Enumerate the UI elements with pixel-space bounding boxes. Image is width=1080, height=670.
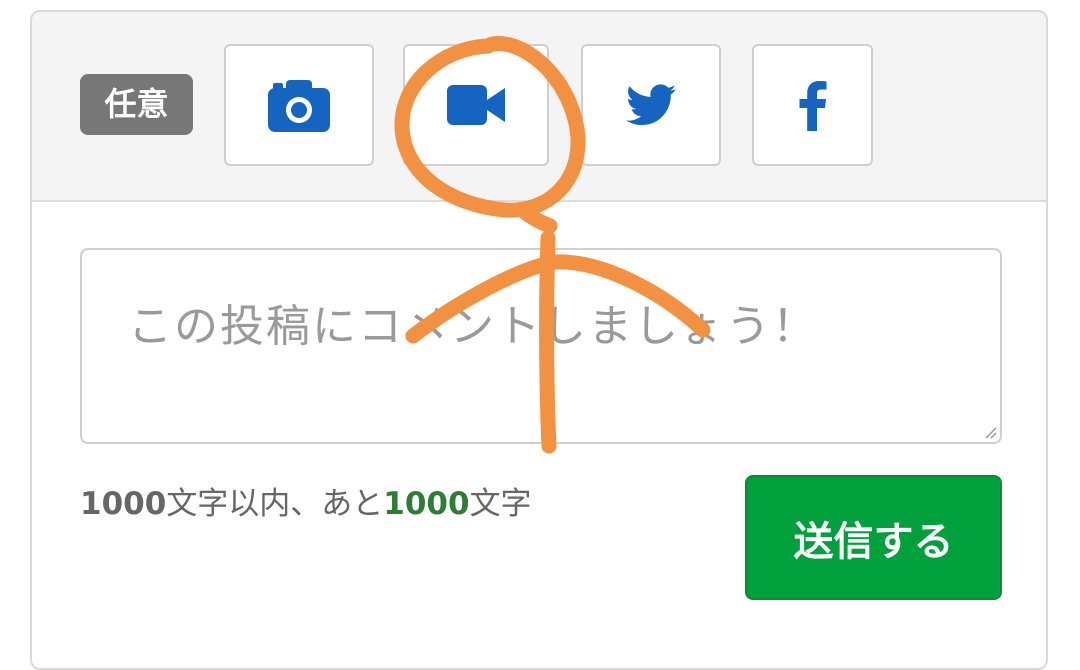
facebook-icon — [799, 81, 826, 131]
resize-handle-icon[interactable] — [984, 426, 998, 440]
facebook-button[interactable] — [752, 44, 873, 166]
video-button[interactable] — [403, 44, 549, 166]
submit-button[interactable]: 送信する — [745, 475, 1002, 600]
optional-badge: 任意 — [80, 74, 193, 135]
comment-card: 任意 この投稿にコメントしましょう！ 1000文字以内、あと1000文字 送信す… — [30, 10, 1048, 670]
video-camera-icon — [447, 85, 505, 125]
camera-button[interactable] — [224, 44, 374, 166]
comment-textarea[interactable]: この投稿にコメントしましょう！ — [80, 248, 1002, 444]
comment-placeholder: この投稿にコメントしましょう！ — [128, 301, 818, 352]
camera-icon — [268, 80, 330, 132]
char-limit: 1000 — [80, 486, 167, 522]
character-counter: 1000文字以内、あと1000文字 — [80, 478, 532, 523]
chars-remaining-suffix: 文字 — [469, 486, 532, 522]
twitter-icon — [626, 84, 676, 125]
char-limit-suffix: 文字以内、あと — [166, 486, 384, 522]
twitter-button[interactable] — [581, 44, 721, 166]
chars-remaining: 1000 — [383, 486, 470, 522]
attachment-toolbar: 任意 — [32, 12, 1046, 202]
